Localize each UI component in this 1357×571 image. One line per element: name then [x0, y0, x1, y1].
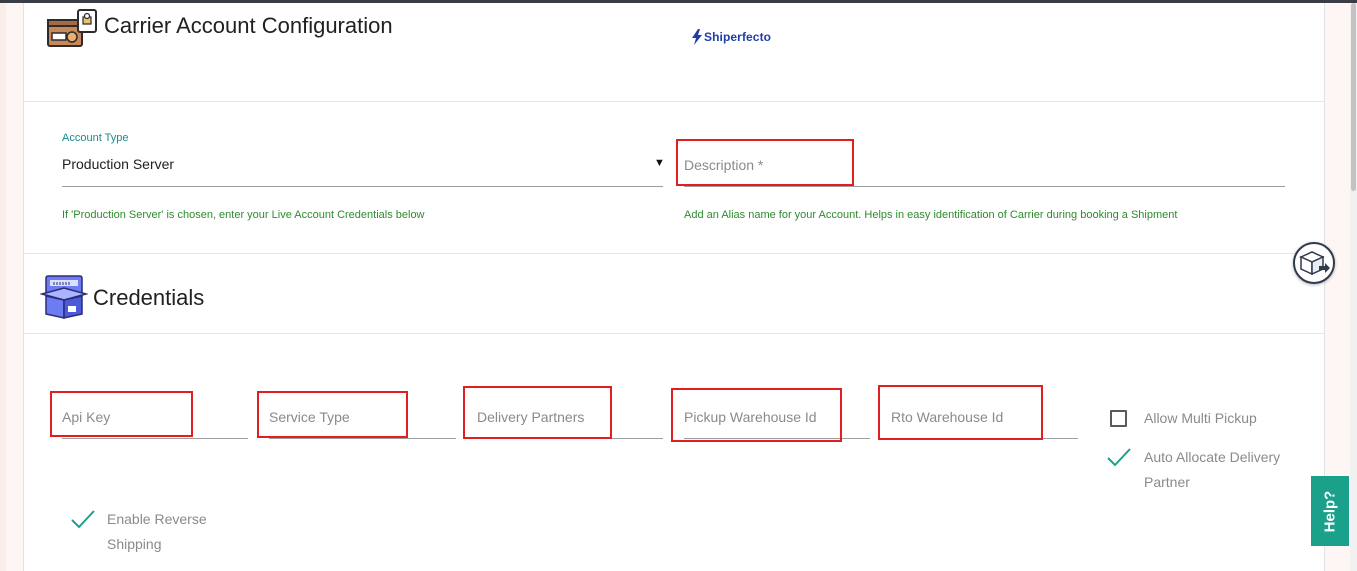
description-highlight: [676, 139, 854, 186]
left-page-edge: [0, 3, 6, 571]
auto-allocate-label[interactable]: Auto Allocate Delivery Partner: [1144, 445, 1280, 495]
auto-allocate-label-line2: Partner: [1144, 474, 1190, 490]
delivery-partners-highlight: [463, 386, 612, 439]
service-type-highlight: [257, 391, 408, 438]
shiperfecto-bolt-icon: [691, 29, 703, 50]
scrollbar-thumb[interactable]: [1351, 3, 1356, 191]
help-label: Help?: [1321, 490, 1339, 532]
page-title: Carrier Account Configuration: [104, 13, 393, 38]
service-type-underline: [269, 438, 456, 439]
checkmark-icon[interactable]: [70, 509, 96, 536]
checkmark-icon[interactable]: [1106, 447, 1132, 474]
description-hint: Add an Alias name for your Account. Help…: [684, 209, 1178, 221]
account-type-hint: If 'Production Server' is chosen, enter …: [62, 209, 425, 221]
account-type-underline: [62, 186, 663, 187]
enable-reverse-label-line2: Shipping: [107, 536, 162, 552]
help-button[interactable]: Help?: [1311, 476, 1349, 546]
api-key-highlight: [50, 391, 193, 437]
config-card: [23, 3, 1325, 571]
dropdown-caret-icon[interactable]: ▼: [654, 157, 665, 169]
credentials-box-icon: [39, 272, 89, 320]
account-type-select[interactable]: Production Server: [62, 156, 174, 172]
carrier-account-icon: [46, 8, 100, 50]
brand-logo: Shiperfecto: [704, 30, 772, 44]
enable-reverse-label-line1: Enable Reverse: [107, 511, 207, 527]
shipment-fab-button[interactable]: [1293, 242, 1335, 284]
enable-reverse-label[interactable]: Enable Reverse Shipping: [107, 507, 207, 557]
description-underline: [684, 186, 1285, 187]
allow-multi-pickup-label[interactable]: Allow Multi Pickup: [1144, 406, 1257, 431]
api-key-underline: [62, 438, 248, 439]
auto-allocate-label-line1: Auto Allocate Delivery: [1144, 449, 1281, 465]
allow-multi-pickup-checkbox[interactable]: [1110, 410, 1127, 427]
account-divider: [24, 253, 1324, 254]
credentials-divider: [24, 333, 1324, 334]
pickup-warehouse-highlight: [671, 388, 842, 442]
header-divider: [24, 101, 1324, 102]
rto-warehouse-highlight: [878, 385, 1043, 440]
credentials-title: Credentials: [93, 285, 205, 310]
shipment-box-icon: [1299, 251, 1330, 276]
account-type-label: Account Type: [62, 132, 129, 144]
